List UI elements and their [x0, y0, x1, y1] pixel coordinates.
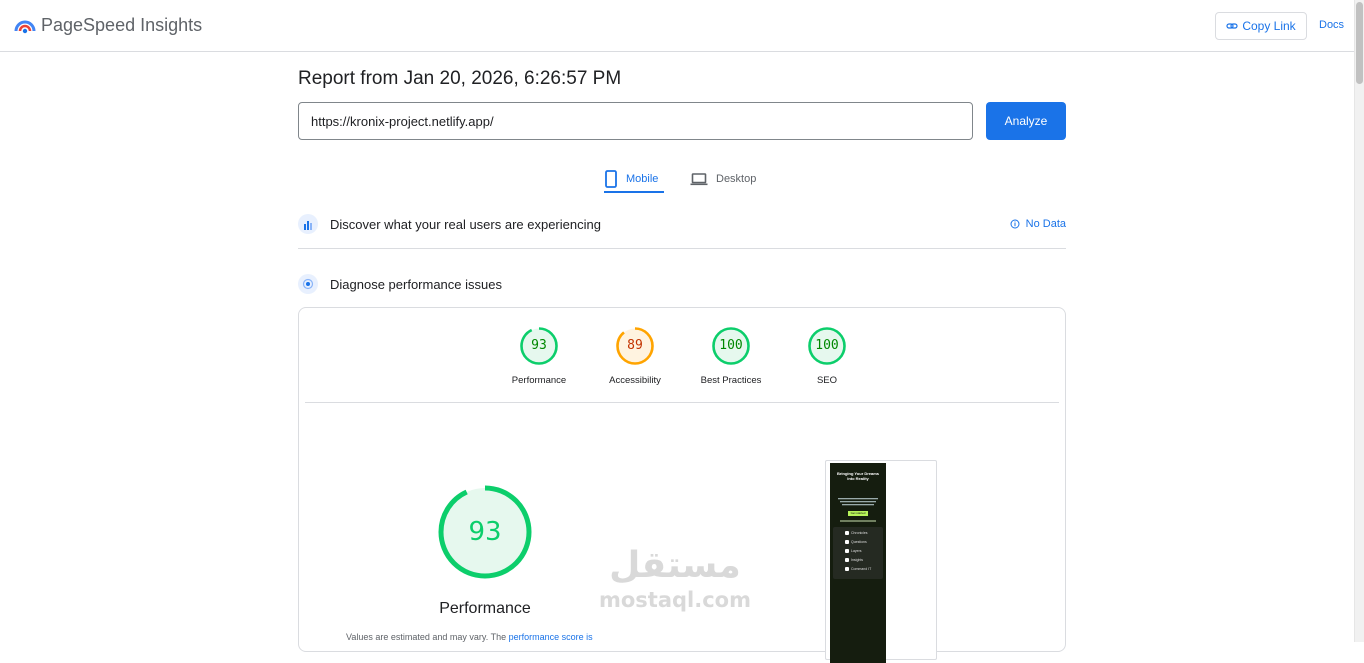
tab-mobile[interactable]: Mobile — [604, 164, 658, 194]
screenshot-list-item: Layers — [845, 549, 862, 553]
score-gauge-performance[interactable]: 93 Performance — [494, 326, 584, 386]
info-icon — [1010, 219, 1020, 229]
page-scrollbar[interactable] — [1354, 0, 1364, 642]
screenshot-list-item: Command IT — [845, 567, 871, 571]
lab-data-section: Diagnose performance issues — [298, 269, 1066, 299]
screenshot-list-item: Insights — [845, 558, 863, 562]
no-data-status[interactable]: No Data — [1010, 218, 1066, 230]
pagespeed-logo-icon[interactable] — [14, 15, 36, 35]
target-icon — [298, 274, 318, 294]
tab-mobile-label: Mobile — [626, 173, 659, 185]
score-gauge-ring: 100 — [711, 326, 751, 366]
screenshot-list-item: Questions — [845, 540, 867, 544]
lab-data-title: Diagnose performance issues — [330, 276, 502, 292]
performance-main-label: Performance — [439, 600, 531, 617]
copy-link-label: Copy Link — [1242, 19, 1296, 33]
watermark-arabic: مستقل — [609, 545, 741, 586]
performance-main-gauge: 93 — [437, 484, 533, 580]
watermark: مستقل mostaql.com — [599, 544, 751, 612]
performance-main-score: 93 — [468, 517, 502, 547]
score-gauge-ring: 93 — [519, 326, 559, 366]
screenshot-tagline — [840, 520, 876, 522]
docs-link[interactable]: Docs — [1319, 19, 1344, 31]
score-label: Accessibility — [609, 375, 661, 386]
panel-divider — [305, 402, 1059, 403]
watermark-latin: mostaql.com — [599, 588, 751, 612]
final-screenshot-image: Bringing Your Dreams Into Reality Get st… — [830, 463, 886, 663]
laptop-icon — [690, 173, 708, 186]
section-divider — [298, 248, 1066, 249]
field-data-section: Discover what your real users are experi… — [298, 209, 1066, 239]
score-label: Performance — [511, 375, 567, 386]
tab-desktop[interactable]: Desktop — [690, 164, 756, 194]
score-gauge-ring: 100 — [807, 326, 847, 366]
no-data-label: No Data — [1025, 218, 1066, 230]
scrollbar-thumb[interactable] — [1356, 2, 1363, 84]
score-gauge-seo[interactable]: 100 SEO — [782, 326, 872, 386]
screenshot-headline: Bringing Your Dreams Into Reality — [836, 471, 880, 481]
analyze-button[interactable]: Analyze — [986, 102, 1066, 140]
field-data-title: Discover what your real users are experi… — [330, 216, 601, 232]
scores-panel: 93 Performance 89 Accessibility 100 Best Prac… — [298, 307, 1066, 663]
copy-link-button[interactable]: Copy Link — [1215, 12, 1307, 40]
tab-selected-indicator — [604, 191, 664, 193]
score-gauge-best-practices[interactable]: 100 Best Practices — [686, 326, 776, 386]
score-label: SEO — [816, 375, 838, 386]
screenshot-list: Chronicles Questions Layers Insights Com… — [833, 527, 883, 579]
users-icon — [298, 214, 318, 234]
smartphone-icon — [605, 170, 617, 188]
report-title: Report from Jan 20, 2026, 6:26:57 PM — [298, 68, 622, 89]
top-bar: PageSpeed Insights Copy Link Docs — [0, 0, 1354, 52]
score-gauge-ring: 89 — [615, 326, 655, 366]
screenshot-text-lines — [838, 498, 878, 506]
tab-desktop-label: Desktop — [716, 173, 757, 185]
estimate-note: Values are estimated and may vary. The p… — [346, 632, 593, 642]
score-value: 100 — [815, 338, 839, 353]
score-gauge-accessibility[interactable]: 89 Accessibility — [590, 326, 680, 386]
score-value: 93 — [531, 338, 547, 353]
app-title[interactable]: PageSpeed Insights — [41, 15, 202, 36]
url-input[interactable] — [298, 102, 973, 140]
final-screenshot: Bringing Your Dreams Into Reality Get st… — [825, 460, 937, 663]
estimate-note-text: Values are estimated and may vary. The — [346, 632, 509, 642]
score-label: Best Practices — [700, 375, 762, 386]
screenshot-list-item: Chronicles — [845, 531, 868, 535]
score-value: 89 — [627, 338, 643, 353]
link-icon — [1226, 23, 1238, 29]
score-value: 100 — [719, 338, 743, 353]
performance-score-link[interactable]: performance score is — [509, 632, 593, 642]
screenshot-cta: Get started — [848, 511, 868, 516]
